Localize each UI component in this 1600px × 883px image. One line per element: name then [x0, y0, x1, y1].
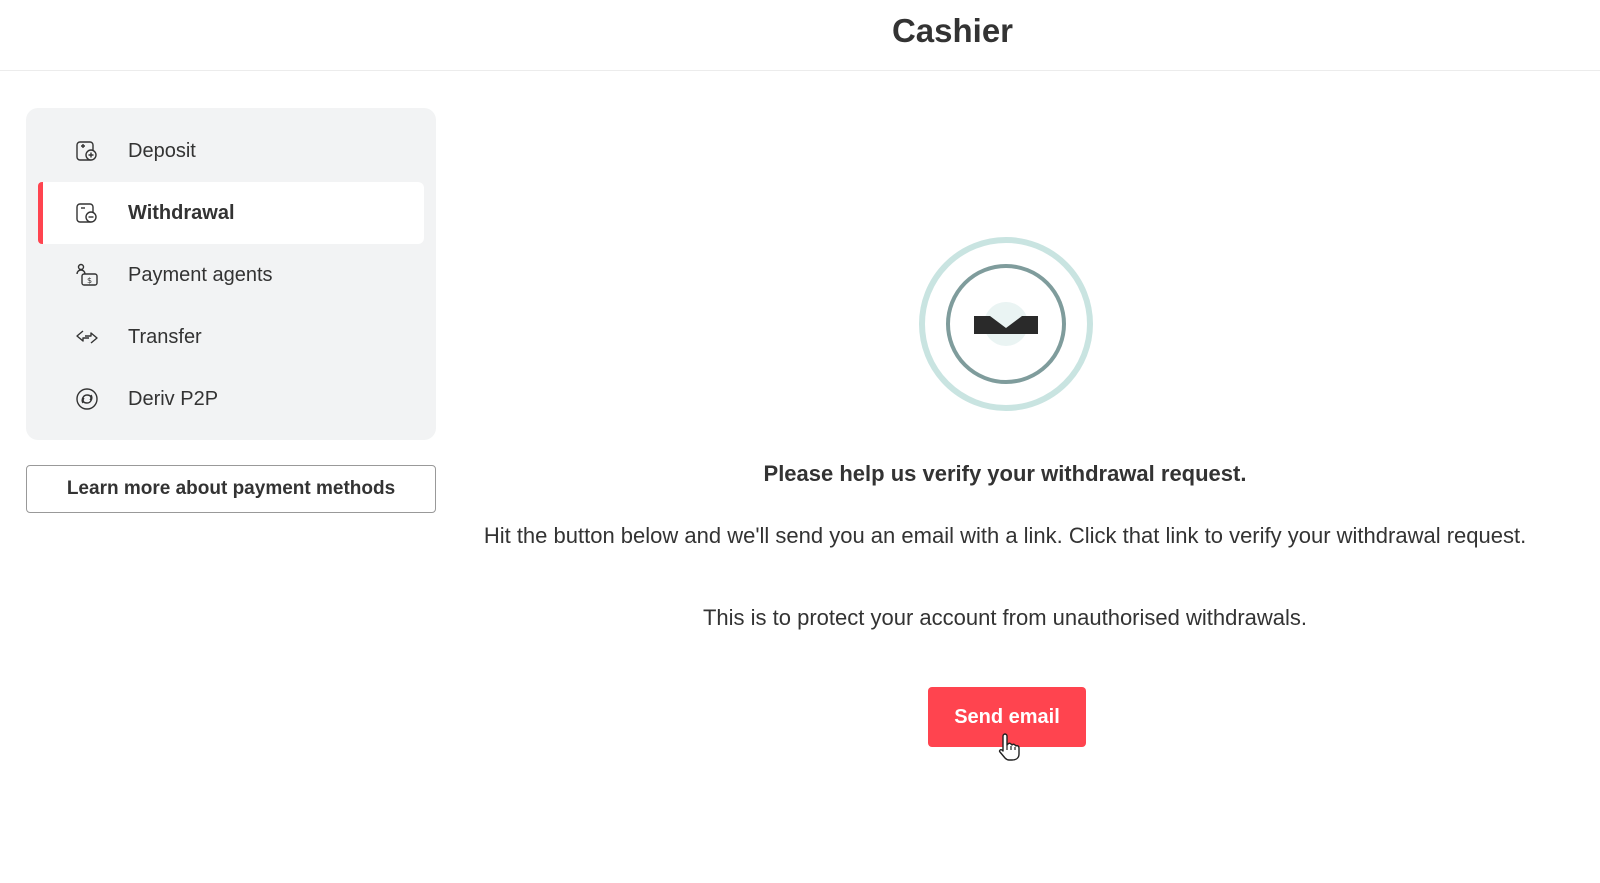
sidebar-item-withdrawal[interactable]: Withdrawal [38, 182, 424, 244]
sidebar-item-label: Deposit [128, 139, 196, 162]
sidebar-item-deriv-p2p[interactable]: Deriv P2P [38, 368, 424, 430]
hand-cursor-icon [998, 733, 1020, 761]
transfer-icon [76, 330, 98, 344]
deposit-icon [76, 141, 97, 161]
page-title: Cashier [891, 12, 1014, 49]
sidebar-item-label: Withdrawal [128, 201, 235, 224]
sidebar-item-label: Payment agents [128, 263, 273, 286]
withdrawal-icon [76, 203, 97, 223]
deriv-p2p-icon [76, 388, 98, 410]
payment-agents-icon: $ [76, 263, 98, 286]
learn-more-payment-methods-button[interactable]: Learn more about payment methods [26, 465, 436, 513]
sidebar-item-payment-agents[interactable]: $ Payment agents [38, 244, 424, 306]
verification-heading: Please help us verify your withdrawal re… [763, 461, 1247, 486]
svg-text:$: $ [87, 276, 92, 285]
verification-note: This is to protect your account from una… [702, 605, 1308, 630]
email-verification-icon [919, 237, 1093, 411]
cashier-sidebar: Deposit Withdrawal $ Payment agents Tran… [26, 108, 436, 440]
page-header: Cashier [0, 0, 1600, 71]
sidebar-item-label: Transfer [128, 325, 202, 348]
sidebar-item-deposit[interactable]: Deposit [38, 120, 424, 182]
sidebar-item-label: Deriv P2P [128, 387, 219, 410]
sidebar-item-transfer[interactable]: Transfer [38, 306, 424, 368]
verification-description: Hit the button below and we'll send you … [483, 523, 1527, 548]
withdrawal-verification-panel: Please help us verify your withdrawal re… [450, 71, 1560, 883]
